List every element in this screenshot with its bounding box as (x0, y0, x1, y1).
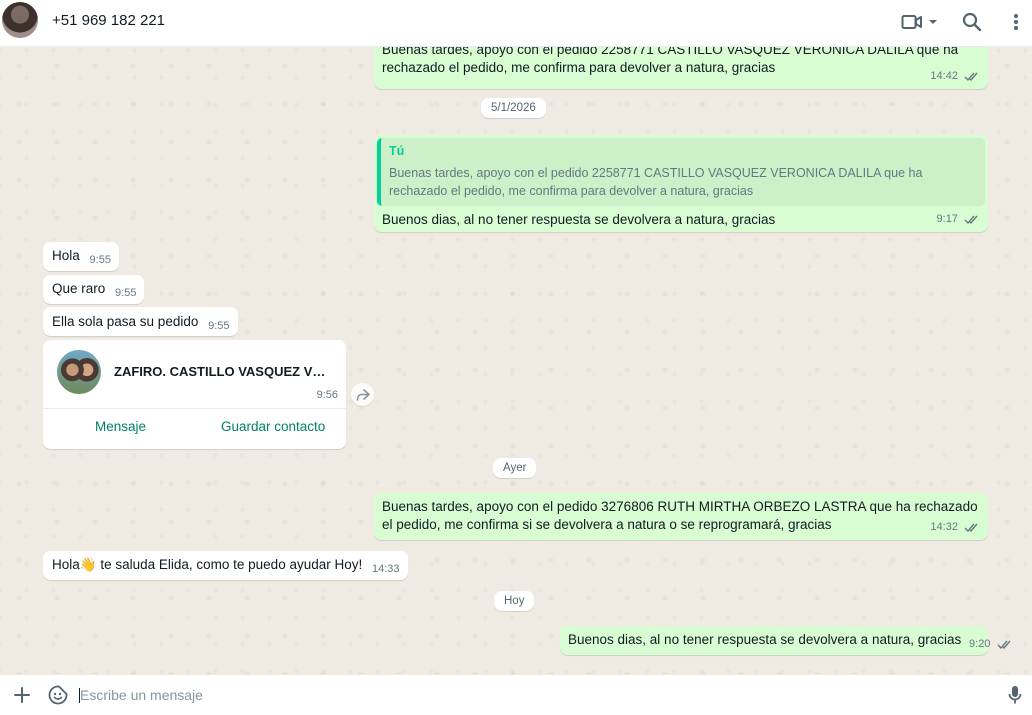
message-incoming[interactable]: Ella sola pasa su pedido 9:55 (43, 307, 238, 336)
message-time: 14:42 (930, 70, 958, 82)
message-time: 9:20 (969, 638, 991, 650)
message-text: Hola👋 te saluda Elida, como te puedo ayu… (52, 557, 363, 572)
date-separator: Hoy (494, 591, 535, 611)
menu-dots-icon[interactable] (1004, 10, 1028, 34)
message-text: Que raro (52, 281, 106, 296)
video-call-icon[interactable] (900, 10, 924, 34)
quoted-message[interactable]: Tú Buenas tardes, apoyo con el pedido 22… (377, 138, 985, 206)
message-time: 14:33 (372, 563, 400, 575)
message-time: 9:56 (316, 389, 338, 401)
message-time: 9:55 (89, 254, 111, 266)
chat-area: Buenas tardes, apoyo con el pedido 22587… (0, 47, 1032, 675)
message-contact-button[interactable]: Mensaje (95, 419, 146, 434)
read-ticks-icon (997, 640, 1011, 649)
contact-card-name[interactable]: ZAFIRO. CASTILLO VASQUEZ VERO... (114, 364, 329, 379)
message-time: 9:55 (208, 320, 230, 332)
message-outgoing-reply[interactable]: Tú Buenas tardes, apoyo con el pedido 22… (374, 135, 988, 232)
shared-contact-card[interactable]: ZAFIRO. CASTILLO VASQUEZ VERO... 9:56 Me… (43, 340, 346, 449)
card-divider (43, 408, 346, 409)
message-text: Ella sola pasa su pedido (52, 314, 199, 329)
search-icon[interactable] (960, 10, 984, 34)
compose-bar (0, 675, 1032, 715)
message-text: Buenos dias, al no tener respuesta se de… (568, 632, 962, 647)
message-time: 14:32 (930, 521, 958, 533)
chat-header: +51 969 182 221 (0, 0, 1032, 47)
message-incoming[interactable]: Hola 9:55 (43, 242, 119, 271)
read-ticks-icon (964, 72, 978, 81)
save-contact-button[interactable]: Guardar contacto (221, 419, 325, 434)
chevron-down-icon[interactable] (924, 10, 942, 34)
date-separator: 5/1/2026 (481, 98, 546, 118)
message-text: Buenos dias, al no tener respuesta se de… (382, 212, 776, 227)
quote-author: Tú (389, 144, 405, 158)
forward-icon[interactable] (351, 383, 374, 406)
contact-card-avatar (57, 350, 101, 394)
message-time: 9:17 (936, 213, 958, 225)
microphone-icon[interactable] (1003, 683, 1027, 707)
date-separator: Ayer (493, 458, 537, 478)
message-incoming[interactable]: Que raro 9:55 (43, 275, 145, 304)
read-ticks-icon (964, 215, 978, 224)
message-outgoing[interactable]: Buenas tardes, apoyo con el pedido 32768… (374, 493, 988, 540)
contact-name[interactable]: +51 969 182 221 (52, 12, 165, 29)
avatar[interactable] (2, 2, 38, 38)
message-outgoing[interactable]: Buenos dias, al no tener respuesta se de… (560, 626, 1011, 655)
message-text: Buenas tardes, apoyo con el pedido 22587… (382, 47, 959, 75)
message-text: Buenas tardes, apoyo con el pedido 32768… (382, 499, 978, 532)
message-time: 9:55 (115, 287, 137, 299)
quote-text: Buenas tardes, apoyo con el pedido 22587… (389, 166, 923, 198)
read-ticks-icon (964, 523, 978, 532)
message-text: Hola (52, 248, 80, 263)
message-incoming[interactable]: Hola👋 te saluda Elida, como te puedo ayu… (43, 551, 408, 580)
message-input[interactable] (80, 683, 980, 707)
sticker-icon[interactable] (46, 683, 70, 707)
plus-icon[interactable] (10, 683, 34, 707)
message-outgoing[interactable]: Buenas tardes, apoyo con el pedido 22587… (374, 47, 988, 89)
